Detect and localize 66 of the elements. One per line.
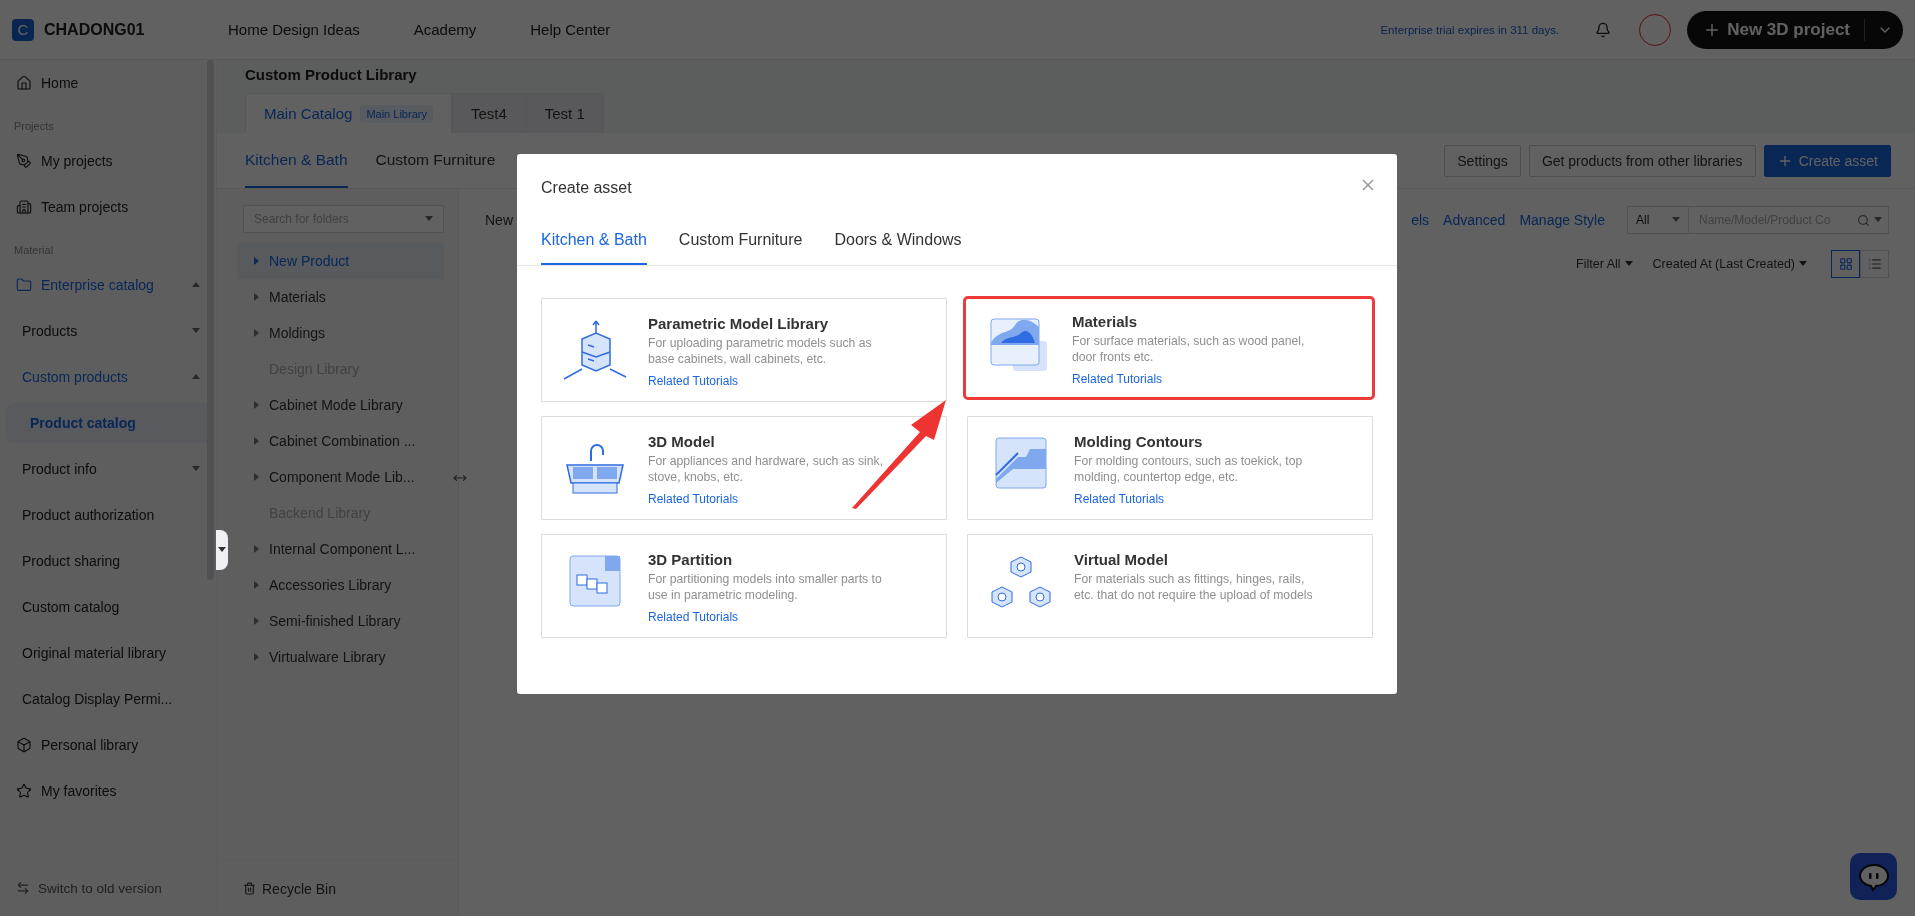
link[interactable]: els — [1411, 212, 1430, 228]
folder-item[interactable]: Materials — [237, 279, 444, 315]
dialog-title: Create asset — [541, 178, 632, 198]
page-title: Custom Product Library — [245, 65, 418, 85]
new-project-button[interactable]: New 3D project — [1687, 10, 1903, 49]
folder-item[interactable]: Semi-finished Library — [237, 603, 444, 639]
brand-name: CHADONG01 — [44, 20, 146, 39]
folder-item[interactable]: Cabinet Mode Library — [237, 387, 444, 423]
folder-item[interactable]: Virtualware Library — [237, 639, 444, 675]
card-description: For uploading parametric models such as base cabinets, wall cabinets, etc. — [648, 335, 873, 367]
recycle-bin-link[interactable]: Recycle Bin — [217, 860, 458, 916]
switch-version-link[interactable]: Switch to old version — [6, 860, 212, 916]
sidebar-item[interactable]: Personal library — [6, 722, 212, 768]
link[interactable]: Advanced — [1443, 212, 1506, 228]
tutorial-link[interactable]: Related Tutorials — [1074, 492, 1165, 506]
sidebar-item[interactable]: My favorites — [6, 768, 212, 814]
catalog-tab[interactable]: Main Catalog Main Library — [245, 93, 452, 133]
tab-badge: Main Library — [360, 104, 433, 123]
dialog-tab[interactable]: Custom Furniture — [678, 216, 803, 265]
nav-link[interactable]: Academy — [413, 21, 477, 38]
tutorial-link[interactable]: Related Tutorials — [648, 492, 739, 506]
sort-dropdown[interactable]: Created At (Last Created) — [1652, 257, 1807, 271]
folder-item[interactable]: Cabinet Combination ... — [237, 423, 444, 459]
folder-item[interactable]: New Product — [237, 243, 444, 279]
card-title: 3D Model — [648, 433, 716, 450]
card-title: 3D Partition — [648, 551, 734, 568]
scope-select[interactable]: All — [1627, 206, 1689, 234]
card-title: Molding Contours — [1074, 433, 1204, 450]
asset-type-card[interactable]: Molding Contours For molding contours, such as toekick, top molding, countertop edge, etc. Related Tutorials — [967, 416, 1373, 520]
card-description: For molding contours, such as toekick, top molding, countertop edge, etc. — [1074, 453, 1304, 485]
sidebar-item[interactable]: Catalog Display Permi... — [6, 676, 212, 722]
card-title: Parametric Model Library — [648, 315, 830, 332]
card-description: For materials such as fittings, hinges, rails, etc. that do not require the upload of models — [1074, 571, 1314, 603]
nav-link[interactable]: Home Design Ideas — [228, 21, 360, 38]
folder-item[interactable]: Internal Component L... — [237, 531, 444, 567]
folder-item[interactable]: Moldings — [237, 315, 444, 351]
catalog-tab[interactable]: Test 1 — [525, 93, 604, 133]
tutorial-link[interactable]: Related Tutorials — [648, 374, 739, 388]
category-tab[interactable]: Custom Furniture — [375, 133, 496, 188]
sidebar-item[interactable]: Custom catalog — [6, 584, 212, 630]
dialog-tab[interactable]: Doors & Windows — [834, 216, 962, 265]
card-title: Virtual Model — [1074, 551, 1169, 568]
folder-item[interactable]: Component Mode Lib... — [237, 459, 444, 495]
toolbar-button[interactable]: Settings — [1444, 144, 1521, 177]
tutorial-link[interactable]: Related Tutorials — [1072, 372, 1163, 386]
asset-type-card[interactable]: Virtual Model For materials such as fittings, hinges, rails, etc. that do not require the upload of models — [967, 534, 1373, 638]
card-description: For partitioning models into smaller parts to use in parametric modeling. — [648, 571, 883, 603]
asset-type-card[interactable]: 3D Partition For partitioning models into smaller parts to use in parametric modeling. Related Tutorials — [541, 534, 947, 638]
sidebar-item[interactable]: Original material library — [6, 630, 212, 676]
trial-notice: Enterprise trial expires in 311 days. — [1380, 23, 1560, 36]
logo[interactable]: C — [12, 18, 34, 41]
tutorial-link[interactable]: Related Tutorials — [648, 610, 739, 624]
section-heading: New — [485, 212, 513, 228]
card-description: For surface materials, such as wood panel, door fronts etc. — [1072, 333, 1306, 365]
folder-item[interactable]: Accessories Library — [237, 567, 444, 603]
asset-type-card[interactable]: Parametric Model Library For uploading parametric models such as base cabinets, wall cabinets, etc. Related Tutorials — [541, 298, 947, 402]
asset-type-card[interactable]: Materials For surface materials, such as wood panel, door fronts etc. Related Tutorials — [963, 296, 1375, 400]
toolbar-button[interactable]: Get products from other libraries — [1528, 144, 1756, 177]
toolbar-button[interactable]: Create asset — [1763, 144, 1891, 177]
dialog-tab[interactable]: Kitchen & Bath — [541, 216, 647, 265]
catalog-tab[interactable]: Test4 — [451, 93, 526, 133]
card-title: Materials — [1072, 313, 1139, 330]
sort-dropdown[interactable]: Filter All — [1576, 257, 1633, 271]
link[interactable]: Manage Style — [1519, 212, 1605, 228]
nav-link[interactable]: Help Center — [530, 21, 611, 38]
card-description: For appliances and hardware, such as sink, stove, knobs, etc. — [648, 453, 885, 485]
